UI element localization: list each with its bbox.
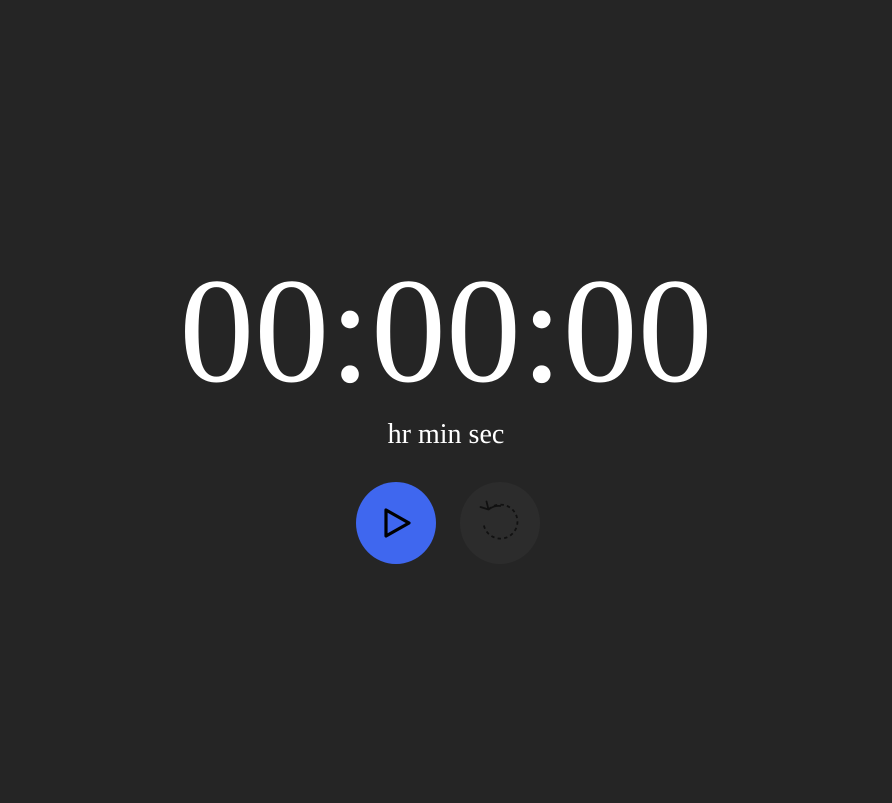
- start-button[interactable]: [356, 482, 436, 564]
- hours-value: 00: [179, 248, 330, 414]
- reset-button[interactable]: [460, 482, 540, 564]
- time-separator: :: [329, 248, 371, 414]
- minutes-value: 00: [371, 248, 521, 414]
- seconds-value: 00: [562, 248, 713, 414]
- time-separator: :: [521, 248, 563, 414]
- timer-controls: [0, 482, 892, 564]
- reset-icon: [474, 497, 526, 549]
- units-label: hr min sec: [387, 419, 505, 450]
- time-display: 00:00:00: [0, 256, 892, 406]
- timer-app: 00:00:00 hr min sec: [0, 0, 892, 803]
- play-icon: [378, 505, 414, 541]
